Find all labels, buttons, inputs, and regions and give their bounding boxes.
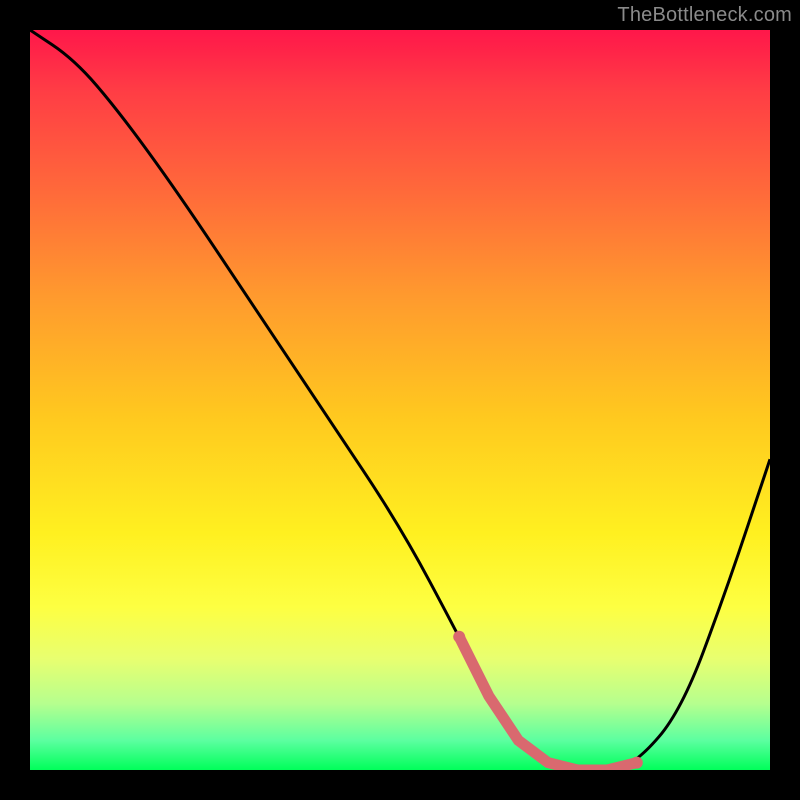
plot-area — [30, 30, 770, 770]
bottleneck-curve — [30, 30, 770, 770]
optimal-range-highlight — [459, 637, 637, 770]
curve-svg — [30, 30, 770, 770]
chart-frame: TheBottleneck.com — [0, 0, 800, 800]
watermark-text: TheBottleneck.com — [617, 4, 792, 27]
optimal-range-end-dot — [631, 757, 643, 769]
optimal-range-start-dot — [453, 631, 465, 643]
